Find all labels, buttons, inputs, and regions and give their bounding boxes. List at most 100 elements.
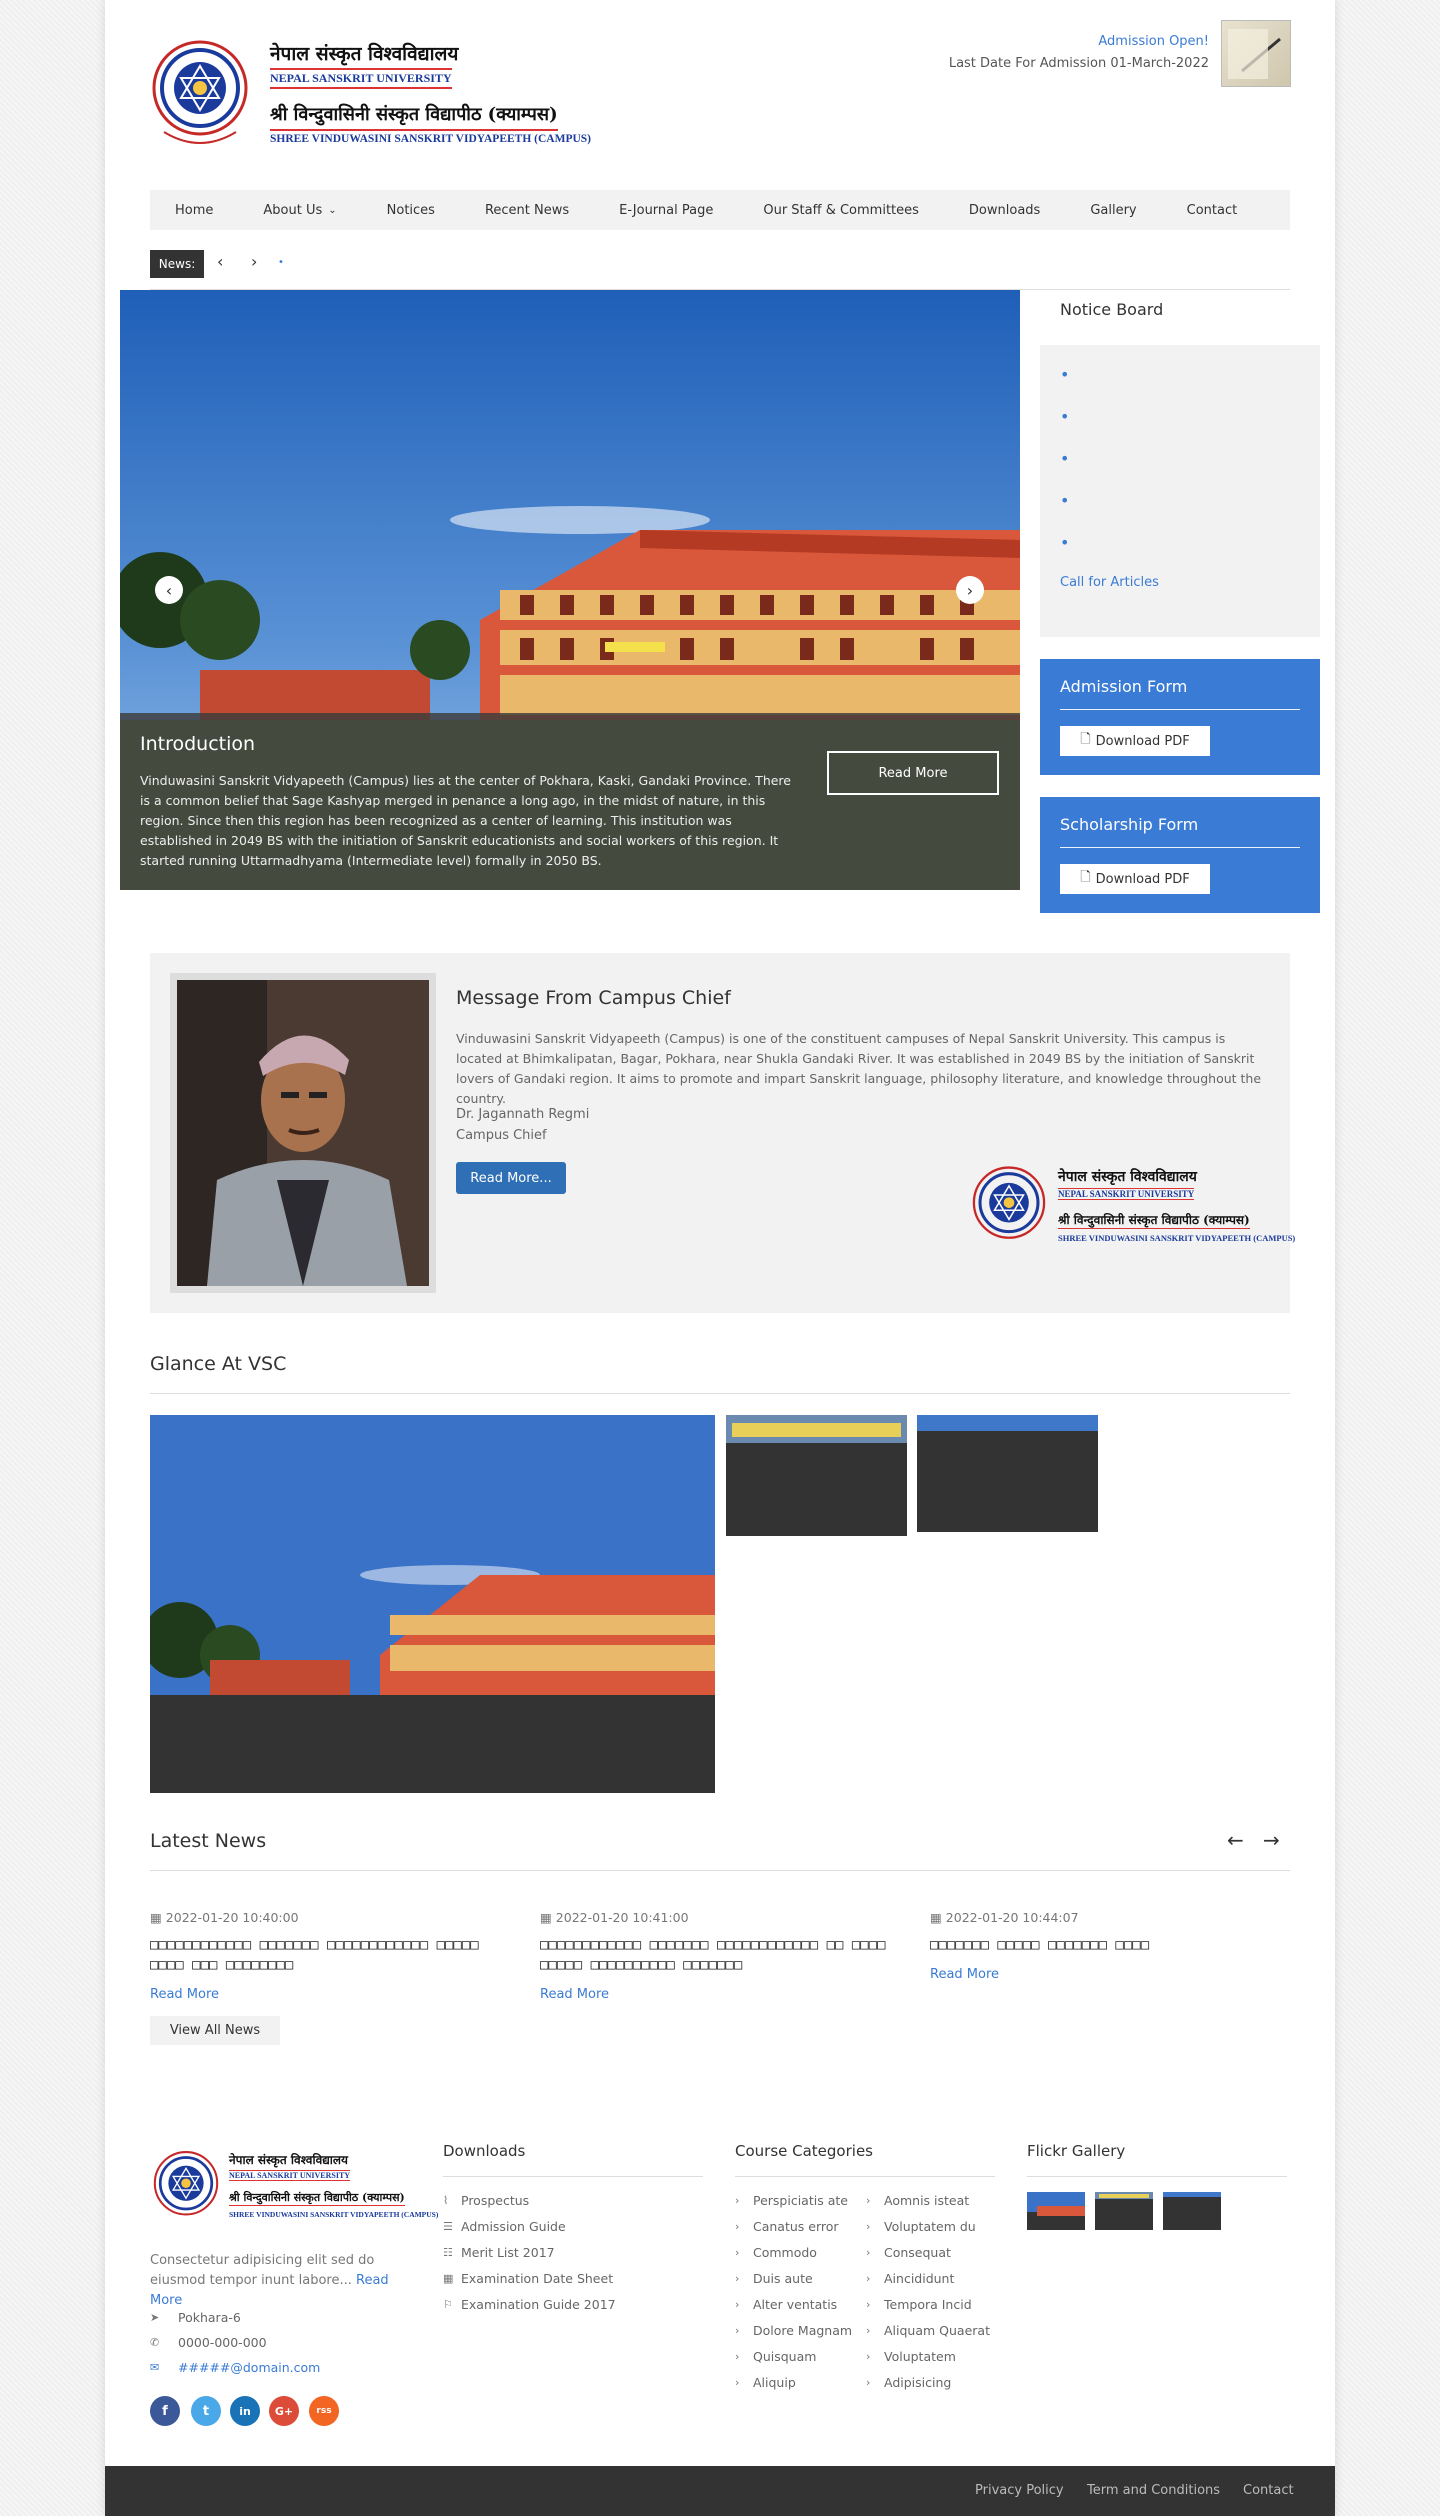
download-exam-date-sheet[interactable]: ▦ Examination Date Sheet	[443, 2271, 613, 2286]
course-category-item[interactable]: › Adipisicing	[866, 2375, 951, 2390]
news-read-more-link[interactable]: Read More	[930, 1967, 1290, 1982]
footer-email: ✉ #####@domain.com	[150, 2360, 320, 2375]
chevron-right-icon: ›	[735, 2376, 740, 2389]
course-category-item[interactable]: › Canatus error	[735, 2219, 839, 2234]
scholarship-download-pdf-button[interactable]: 🗋 Download PDF	[1060, 864, 1210, 894]
news-prev-button[interactable]: ←	[1227, 1828, 1244, 1852]
admission-open-link[interactable]: Admission Open!	[1098, 34, 1209, 49]
chevron-right-icon: ›	[735, 2220, 740, 2233]
chevron-right-icon: ›	[866, 2272, 871, 2285]
nav-home[interactable]: Home	[150, 190, 238, 230]
news-title[interactable]: □□□□□□□ □□□□□ □□□□□□□ □□□□	[930, 1935, 1290, 1955]
course-category-item[interactable]: › Aliquam Quaerat	[866, 2323, 990, 2338]
footer-about: Consectetur adipisicing elit sed do eius…	[150, 2251, 420, 2311]
course-category-item[interactable]: › Aincididunt	[866, 2271, 954, 2286]
nav-notices[interactable]: Notices	[362, 190, 460, 230]
chevron-right-icon: ›	[866, 2324, 871, 2337]
news-item: ▦ 2022-01-20 10:40:00 □□□□□□□□□□□□ □□□□□…	[150, 1910, 510, 2002]
call-for-articles-link[interactable]: Call for Articles	[1060, 575, 1159, 590]
course-category-item[interactable]: › Consequat	[866, 2245, 951, 2260]
view-all-news-button[interactable]: View All News	[150, 2016, 280, 2045]
phone-text: 0000-000-000	[178, 2335, 267, 2350]
slider-prev-button[interactable]: ‹	[155, 576, 183, 604]
course-category-item[interactable]: › Perspiciatis ate	[735, 2193, 848, 2208]
news-title[interactable]: □□□□□□□□□□□□ □□□□□□□ □□□□□□□□□□□□ □□□□□ …	[150, 1935, 510, 1975]
chief-role: Campus Chief	[456, 1128, 547, 1143]
ticker-prev-button[interactable]: ‹	[217, 252, 223, 271]
nav-recent-news[interactable]: Recent News	[460, 190, 594, 230]
news-divider	[150, 1870, 1290, 1871]
nav-gallery[interactable]: Gallery	[1065, 190, 1161, 230]
chevron-right-icon: ›	[866, 2350, 871, 2363]
nav-about-us[interactable]: About Us ⌄	[238, 190, 361, 230]
notice-item[interactable]: •	[1060, 491, 1069, 510]
slide-read-more-button[interactable]: Read More	[827, 751, 999, 795]
course-category-item[interactable]: › Alter ventatis	[735, 2297, 837, 2312]
notice-board-title: Notice Board	[1060, 300, 1164, 319]
ticker-next-button[interactable]: ›	[251, 252, 257, 271]
gallery-image-small[interactable]	[917, 1415, 1098, 1532]
twitter-icon[interactable]: t	[191, 2396, 221, 2426]
calendar-icon: ▦	[540, 1910, 556, 1925]
nav-e-journal[interactable]: E-Journal Page	[594, 190, 738, 230]
course-category-item[interactable]: › Voluptatem du	[866, 2219, 976, 2234]
chevron-right-icon: ›	[735, 2324, 740, 2337]
news-title[interactable]: □□□□□□□□□□□□ □□□□□□□ □□□□□□□□□□□□ □□ □□□…	[540, 1935, 900, 1975]
campus-chief-message: Message From Campus Chief Vinduwasini Sa…	[150, 953, 1295, 1313]
download-label: Merit List 2017	[461, 2245, 555, 2260]
download-prospectus[interactable]: ⌇ Prospectus	[443, 2193, 529, 2208]
news-item: ▦ 2022-01-20 10:41:00 □□□□□□□□□□□□ □□□□□…	[540, 1910, 900, 2002]
nav-downloads[interactable]: Downloads	[944, 190, 1065, 230]
notice-item[interactable]: •	[1060, 533, 1069, 552]
admission-download-pdf-button[interactable]: 🗋 Download PDF	[1060, 726, 1210, 756]
course-category-item[interactable]: › Quisquam	[735, 2349, 816, 2364]
course-category-item[interactable]: › Aliquip	[735, 2375, 796, 2390]
contact-link[interactable]: Contact	[1243, 2483, 1294, 2498]
logo-name-nepali: नेपाल संस्कृत विश्वविद्यालय	[1058, 1169, 1197, 1185]
paperclip-icon: ⌇	[443, 2194, 449, 2207]
envelope-icon: ✉	[150, 2361, 160, 2374]
course-category-item[interactable]: › Commodo	[735, 2245, 817, 2260]
linkedin-icon[interactable]: in	[230, 2396, 260, 2426]
facebook-icon[interactable]: f	[150, 2396, 180, 2426]
list-icon: ☷	[443, 2246, 453, 2259]
course-category-item[interactable]: › Dolore Magnam	[735, 2323, 852, 2338]
course-category-item[interactable]: › Duis aute	[735, 2271, 813, 2286]
admission-date-text: Last Date For Admission 01-March-2022	[948, 56, 1209, 71]
google-plus-icon[interactable]: G+	[269, 2396, 299, 2426]
course-category-item[interactable]: › Aomnis isteat	[866, 2193, 969, 2208]
gallery-image-large[interactable]	[150, 1415, 715, 1793]
download-admission-guide[interactable]: ☰ Admission Guide	[443, 2219, 566, 2234]
admission-thumbnail[interactable]	[1221, 20, 1291, 87]
privacy-policy-link[interactable]: Privacy Policy	[975, 2483, 1064, 2498]
hero-slider[interactable]: ‹ › Introduction Vinduwasini Sanskrit Vi…	[120, 290, 1020, 890]
rss-icon[interactable]: rss	[309, 2396, 339, 2426]
footer-campus-english: SHREE VINDUWASINI SANSKRIT VIDYAPEETH (C…	[229, 2210, 439, 2219]
download-merit-list[interactable]: ☷ Merit List 2017	[443, 2245, 555, 2260]
news-read-more-link[interactable]: Read More	[540, 1987, 900, 2002]
nav-staff-committees[interactable]: Our Staff & Committees	[738, 190, 944, 230]
message-title: Message From Campus Chief	[456, 987, 731, 1009]
download-exam-guide[interactable]: ⚐ Examination Guide 2017	[443, 2297, 616, 2312]
flickr-image[interactable]	[1027, 2192, 1085, 2230]
terms-link[interactable]: Term and Conditions	[1087, 2483, 1220, 2498]
footer-logo-english: NEPAL SANSKRIT UNIVERSITY	[229, 2170, 351, 2181]
course-category-item[interactable]: › Tempora Incid	[866, 2297, 972, 2312]
message-read-more-button[interactable]: Read More...	[456, 1162, 566, 1194]
notice-item[interactable]: •	[1060, 449, 1069, 468]
slide-caption: Introduction Vinduwasini Sanskrit Vidyap…	[120, 713, 1020, 890]
nav-contact[interactable]: Contact	[1162, 190, 1263, 230]
slider-next-button[interactable]: ›	[956, 576, 984, 604]
email-link[interactable]: #####@domain.com	[178, 2360, 320, 2375]
logo-name-english: NEPAL SANSKRIT UNIVERSITY	[1058, 1188, 1195, 1200]
news-next-button[interactable]: →	[1263, 1828, 1280, 1852]
logo-campus-nepali: श्री विन्दुवासिनी संस्कृत विद्यापीठ (क्य…	[1058, 1213, 1250, 1229]
gallery-image-small[interactable]	[726, 1415, 907, 1536]
notice-item[interactable]: •	[1060, 365, 1069, 384]
course-category-item[interactable]: › Voluptatem	[866, 2349, 956, 2364]
course-category-label: Voluptatem	[884, 2349, 956, 2364]
flickr-image[interactable]	[1163, 2192, 1221, 2230]
notice-item[interactable]: •	[1060, 407, 1069, 426]
flickr-image[interactable]	[1095, 2192, 1153, 2230]
news-read-more-link[interactable]: Read More	[150, 1987, 510, 2002]
